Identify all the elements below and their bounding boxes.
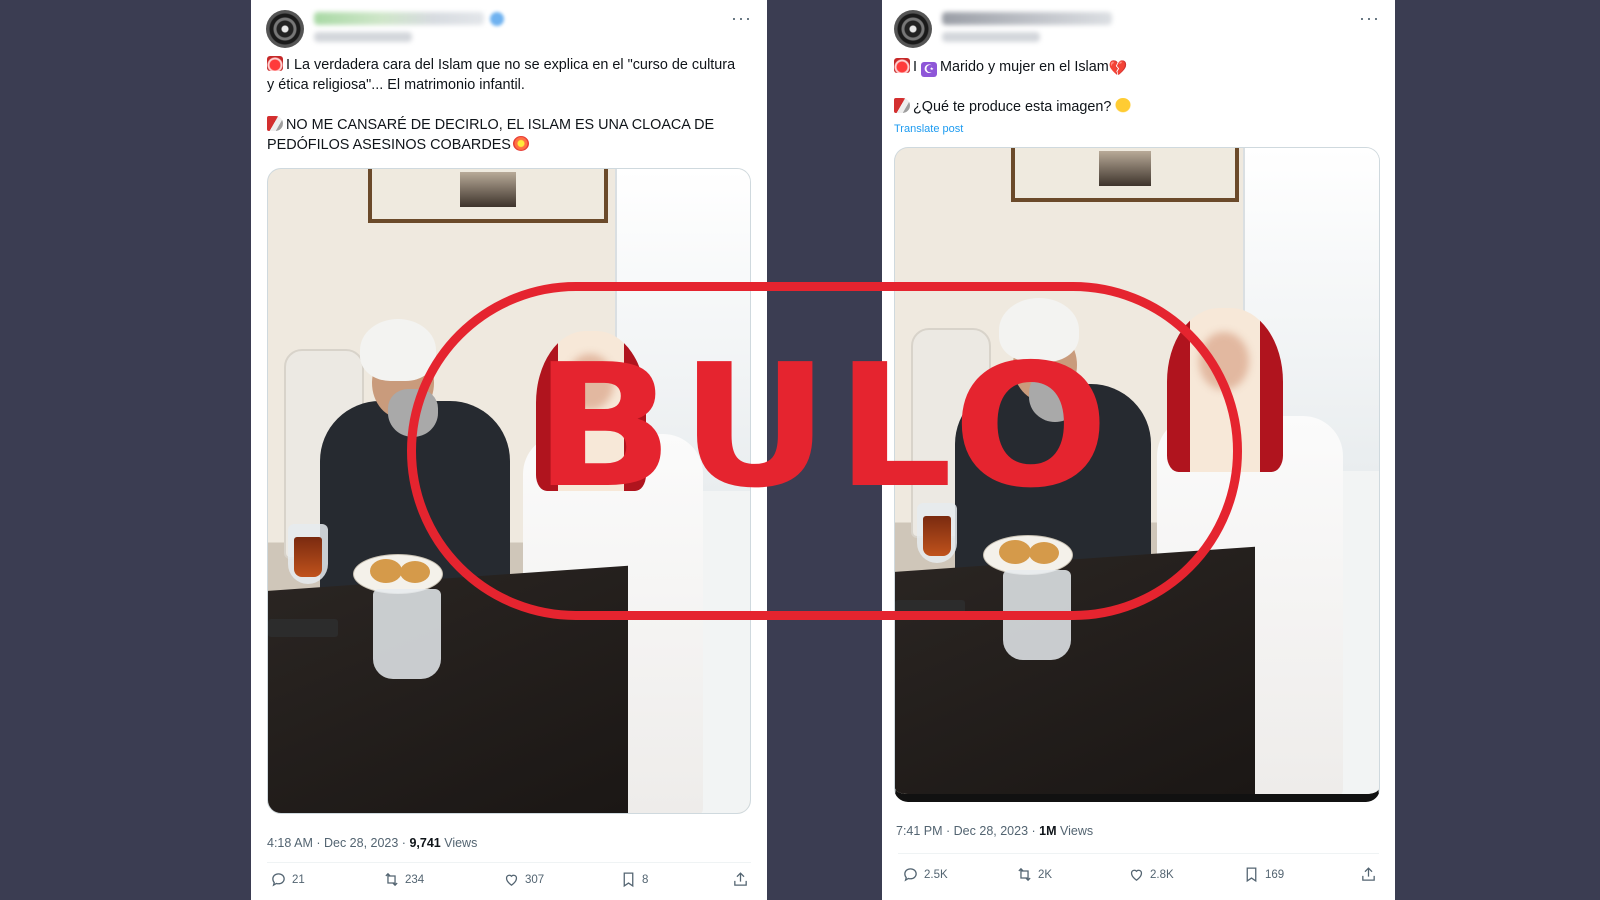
share-icon bbox=[734, 872, 747, 886]
bookmark-button[interactable]: 8 bbox=[620, 871, 648, 888]
avatar[interactable] bbox=[894, 10, 932, 48]
more-options-icon[interactable]: ··· bbox=[731, 8, 752, 29]
sugar-bowl bbox=[1003, 570, 1071, 660]
blurred-handle bbox=[314, 32, 412, 42]
reply-icon bbox=[272, 873, 285, 887]
tweet-text-line: y ética religiosa"... El matrimonio infa… bbox=[267, 77, 525, 93]
blurred-display-name bbox=[314, 12, 484, 25]
share-button[interactable] bbox=[732, 871, 749, 888]
tweet-text-line: I La verdadera cara del Islam que no se … bbox=[267, 55, 751, 75]
tweet-text-line: ¿Qué te produce esta imagen? bbox=[894, 97, 1379, 117]
verified-badge-icon bbox=[490, 12, 504, 26]
blurred-handle bbox=[942, 32, 1040, 42]
tweet-photo[interactable] bbox=[894, 147, 1380, 802]
collision-icon bbox=[512, 136, 529, 151]
tweet-text: I Marido y mujer en el Islam💔 ¿Qué te pr… bbox=[894, 57, 1379, 139]
tweet-text-line: NO ME CANSARÉ DE DECIRLO, EL ISLAM ES UN… bbox=[267, 115, 751, 135]
tweet-actions: 21 234 307 8 bbox=[267, 871, 751, 895]
tweet-timestamp[interactable]: 7:41 PM · Dec 28, 2023 · 1M Views bbox=[896, 824, 1093, 838]
divider bbox=[267, 862, 751, 863]
tweet-timestamp[interactable]: 4:18 AM · Dec 28, 2023 · 9,741 Views bbox=[267, 836, 477, 850]
tweet-header: ··· bbox=[266, 8, 752, 48]
remote bbox=[268, 619, 338, 637]
repost-button[interactable]: 234 bbox=[383, 871, 424, 888]
thinking-face-icon bbox=[1115, 98, 1132, 113]
avatar[interactable] bbox=[266, 10, 304, 48]
repost-button[interactable]: 2K bbox=[1016, 866, 1052, 883]
wall-frame bbox=[368, 169, 608, 223]
like-button[interactable]: 307 bbox=[503, 871, 544, 888]
tweet-card-left[interactable]: ··· I La verdadera cara del Islam que no… bbox=[251, 0, 767, 900]
share-button[interactable] bbox=[1360, 866, 1377, 883]
desk bbox=[895, 546, 1255, 794]
broken-heart-icon: 💔 bbox=[1108, 60, 1128, 77]
bookmark-icon bbox=[1246, 867, 1257, 883]
tweet-actions: 2.5K 2K 2.8K 169 bbox=[898, 866, 1379, 890]
reply-icon bbox=[904, 868, 917, 882]
turban bbox=[999, 298, 1079, 362]
divider bbox=[898, 853, 1379, 854]
megaphone-icon bbox=[894, 98, 910, 113]
tea-glass bbox=[294, 537, 322, 577]
remote bbox=[895, 600, 965, 618]
reply-button[interactable]: 2.5K bbox=[902, 866, 948, 883]
tweet-text-line: I Marido y mujer en el Islam💔 bbox=[894, 57, 1379, 77]
megaphone-icon bbox=[267, 116, 283, 131]
more-options-icon[interactable]: ··· bbox=[1359, 8, 1380, 29]
turban bbox=[360, 319, 436, 381]
bookmark-button[interactable]: 169 bbox=[1243, 866, 1284, 883]
siren-icon bbox=[267, 56, 283, 71]
tweet-text-line: PEDÓFILOS ASESINOS COBARDES bbox=[267, 135, 751, 155]
translate-post-link[interactable]: Translate post bbox=[894, 119, 963, 139]
wall-frame bbox=[1011, 148, 1239, 202]
repost-icon bbox=[385, 872, 398, 887]
desk bbox=[268, 565, 628, 813]
share-icon bbox=[1362, 867, 1375, 881]
heart-icon bbox=[1130, 869, 1143, 881]
repost-icon bbox=[1018, 867, 1031, 882]
reply-button[interactable]: 21 bbox=[270, 871, 305, 888]
star-and-crescent-icon bbox=[921, 62, 937, 77]
tweet-header: ··· bbox=[894, 8, 1380, 48]
siren-icon bbox=[894, 58, 910, 73]
tweet-card-right[interactable]: ··· I Marido y mujer en el Islam💔 ¿Qué t… bbox=[882, 0, 1395, 900]
tweet-photo[interactable] bbox=[267, 168, 751, 814]
heart-icon bbox=[505, 874, 518, 886]
like-button[interactable]: 2.8K bbox=[1128, 866, 1174, 883]
sugar-bowl bbox=[373, 589, 441, 679]
tweet-text: I La verdadera cara del Islam que no se … bbox=[267, 55, 751, 155]
blurred-display-name bbox=[942, 12, 1112, 25]
tea-glass bbox=[923, 516, 951, 556]
bookmark-icon bbox=[623, 872, 634, 888]
